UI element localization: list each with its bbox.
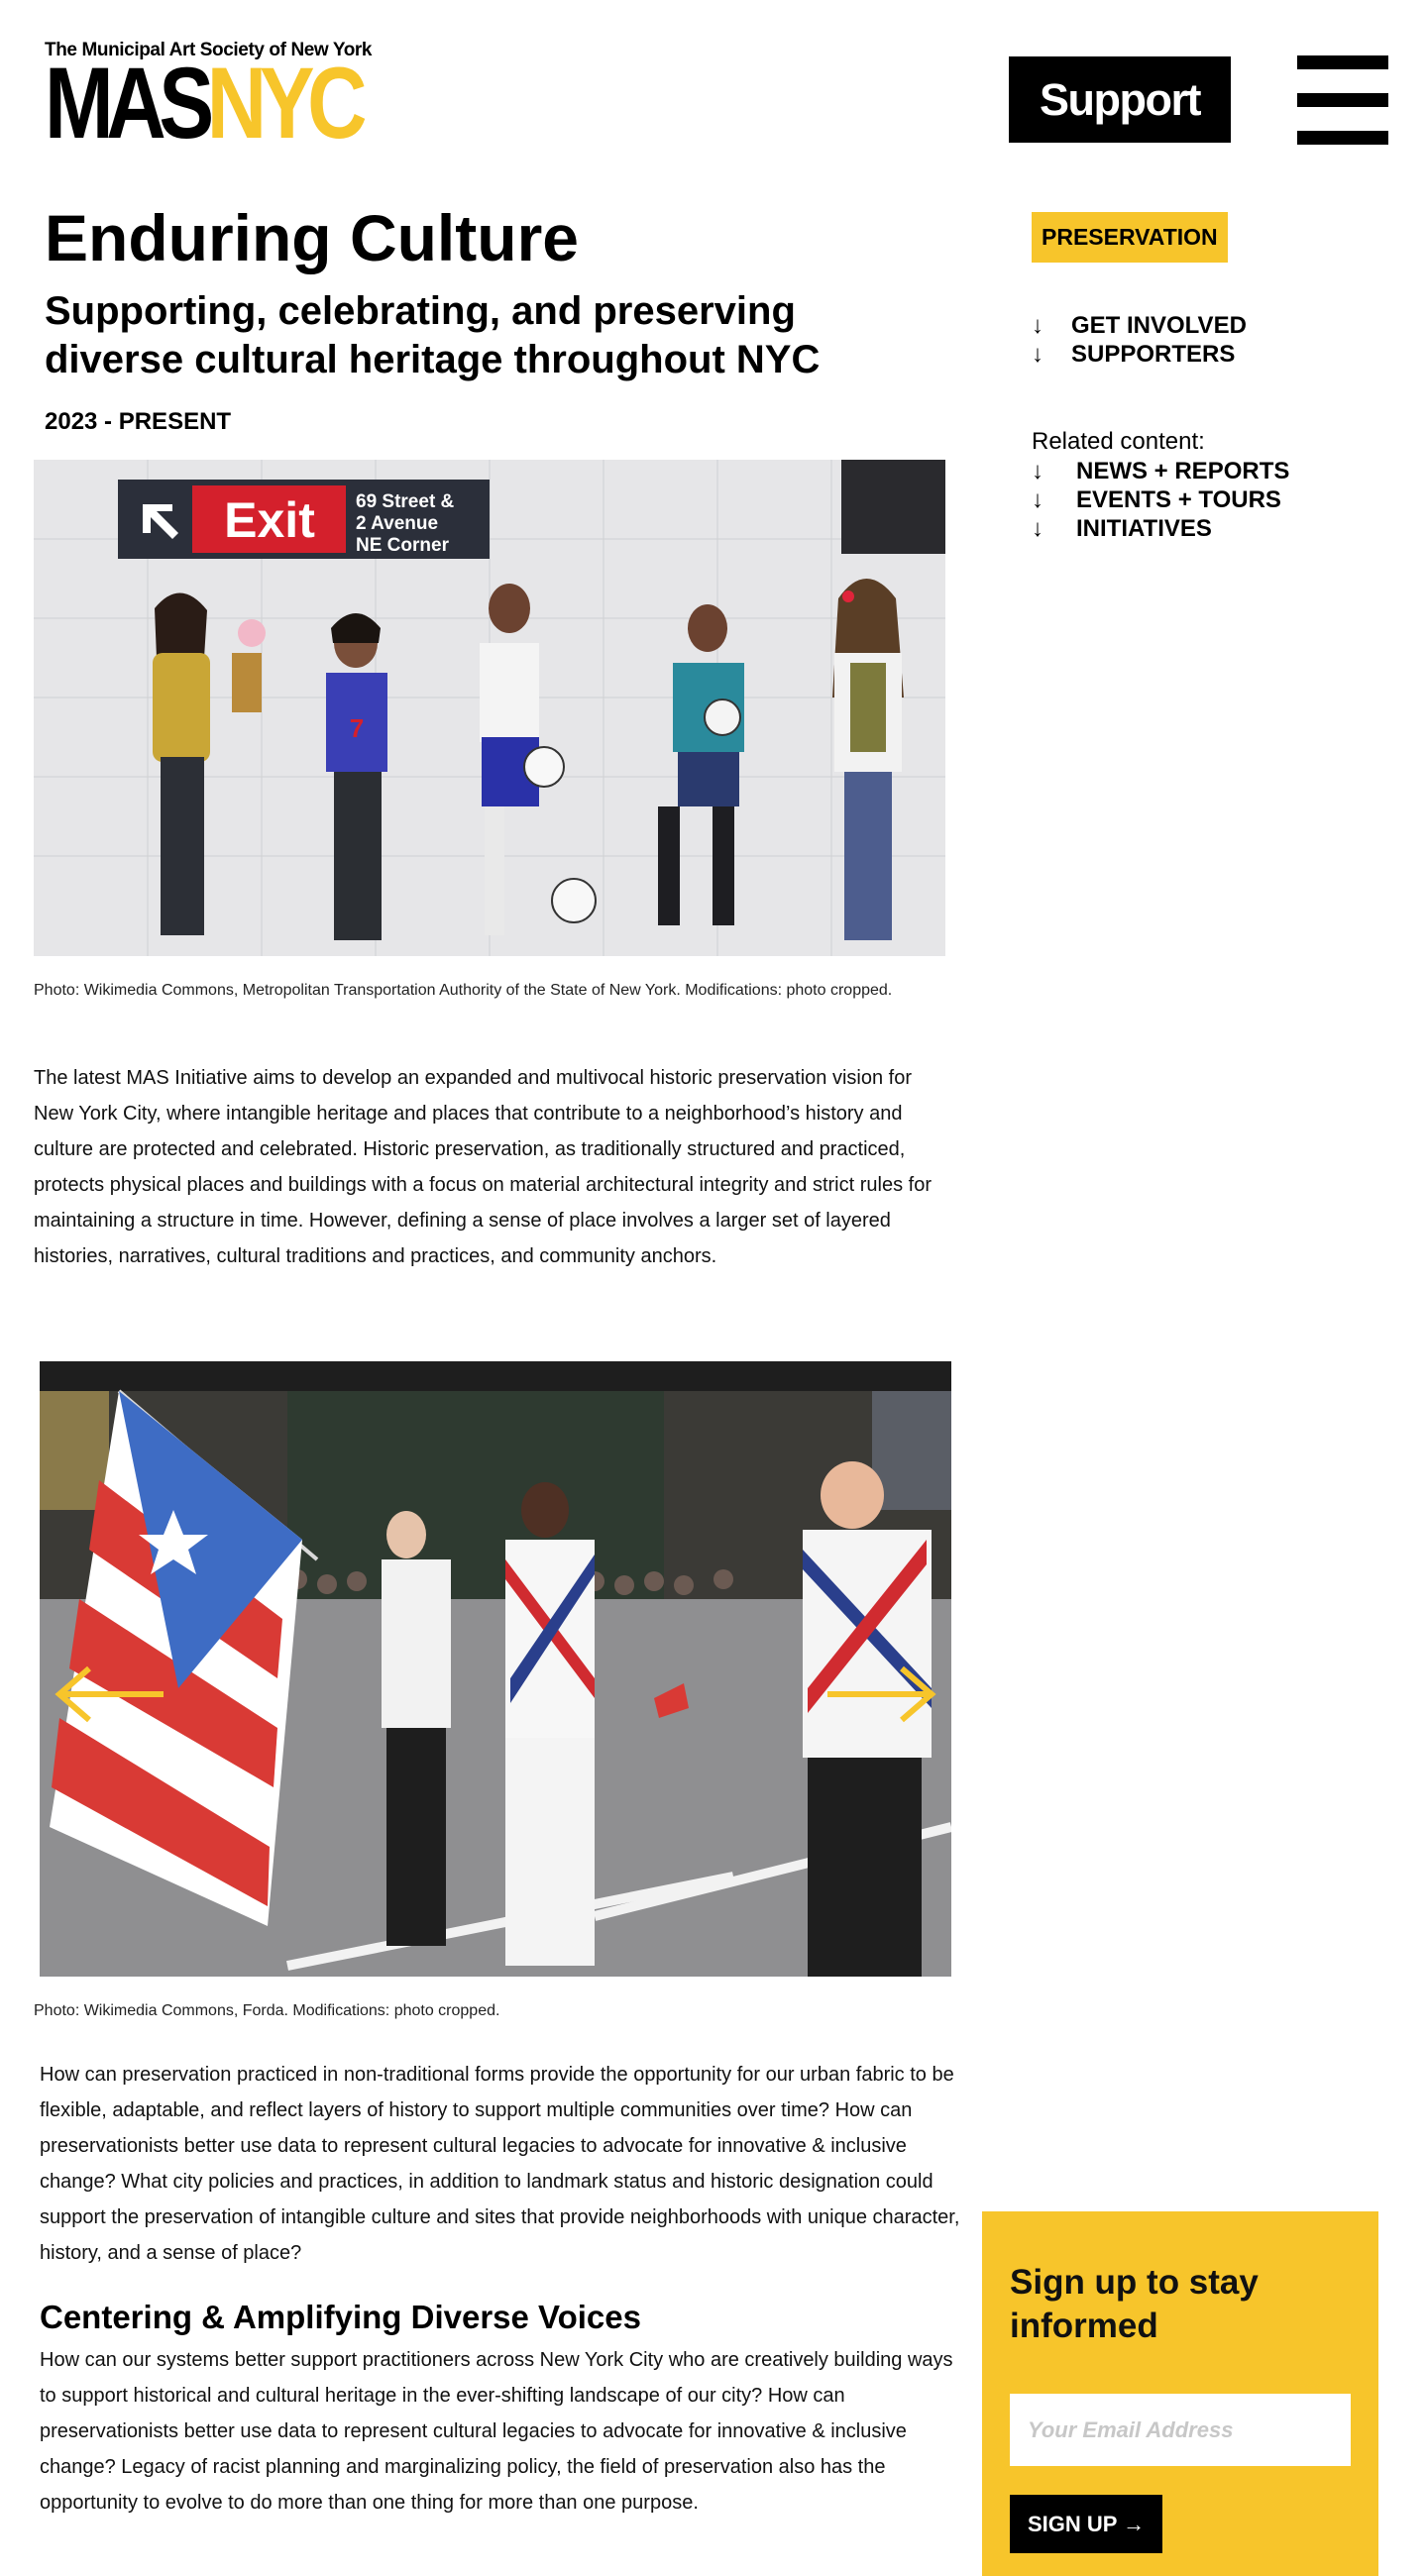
sidebar-link-label: SUPPORTERS bbox=[1071, 340, 1236, 368]
related-link-news-reports[interactable]: ↓ NEWS + REPORTS bbox=[1032, 457, 1289, 485]
sidebar-link-label: GET INVOLVED bbox=[1071, 311, 1247, 339]
intro-paragraph: The latest MAS Initiative aims to develo… bbox=[34, 1067, 932, 1267]
support-button[interactable]: Support bbox=[1009, 56, 1231, 143]
related-link-initiatives[interactable]: ↓ INITIATIVES bbox=[1032, 514, 1289, 543]
subway-mural-illustration: Exit 69 Street & 2 Avenue NE Corner 7 bbox=[34, 460, 945, 956]
arrow-down-icon: ↓ bbox=[1032, 457, 1043, 484]
newsletter-signup: Sign up to stay informed SIGN UP → bbox=[982, 2211, 1378, 2576]
menu-bar bbox=[1297, 131, 1388, 145]
section-heading: Centering & Amplifying Diverse Voices bbox=[40, 2299, 641, 2335]
hamburger-menu-icon[interactable] bbox=[1297, 55, 1388, 145]
mas-nyc-logo[interactable]: The Municipal Art Society of New York MA… bbox=[45, 40, 372, 154]
date-range: 2023 - PRESENT bbox=[45, 408, 232, 435]
newsletter-title: Sign up to stay informed bbox=[1010, 2263, 1259, 2345]
related-content: Related content: ↓ NEWS + REPORTS ↓ EVEN… bbox=[1032, 427, 1289, 543]
svg-text:7: 7 bbox=[350, 713, 364, 743]
arrow-left-icon bbox=[55, 1665, 164, 1723]
related-link-label: NEWS + REPORTS bbox=[1076, 457, 1290, 484]
carousel-prev-button[interactable] bbox=[50, 1664, 168, 1724]
related-link-label: INITIATIVES bbox=[1076, 514, 1212, 542]
related-content-label: Related content: bbox=[1032, 428, 1205, 455]
questions-paragraph: How can preservation practiced in non-tr… bbox=[40, 2064, 960, 2264]
page-subtitle: Supporting, celebrating, and preserving … bbox=[45, 289, 821, 381]
related-link-events-tours[interactable]: ↓ EVENTS + TOURS bbox=[1032, 485, 1289, 514]
carousel-next-button[interactable] bbox=[823, 1664, 941, 1724]
figure2-caption: Photo: Wikimedia Commons, Forda. Modific… bbox=[34, 2002, 500, 2019]
sidebar-link-supporters[interactable]: ↓ SUPPORTERS bbox=[1032, 340, 1247, 369]
logo-wordmark: MASNYC bbox=[45, 53, 368, 154]
tag-preservation[interactable]: PRESERVATION bbox=[1032, 212, 1228, 263]
arrow-down-icon: ↓ bbox=[1032, 485, 1043, 513]
arrow-down-icon: ↓ bbox=[1032, 514, 1043, 542]
section-paragraph: How can our systems better support pract… bbox=[40, 2349, 953, 2514]
figure1-caption: Photo: Wikimedia Commons, Metropolitan T… bbox=[34, 982, 893, 999]
logo-mas: MAS bbox=[45, 47, 214, 160]
sidebar-links: ↓ GET INVOLVED ↓ SUPPORTERS bbox=[1032, 311, 1247, 369]
email-field[interactable] bbox=[1010, 2394, 1351, 2466]
arrow-right-icon bbox=[827, 1665, 936, 1723]
arrow-down-icon: ↓ bbox=[1032, 311, 1043, 339]
related-link-label: EVENTS + TOURS bbox=[1076, 485, 1281, 513]
subway-mural-photo: Exit 69 Street & 2 Avenue NE Corner 7 bbox=[34, 460, 945, 956]
exit-sign-line3: NE Corner bbox=[356, 535, 450, 556]
sidebar-link-get-involved[interactable]: ↓ GET INVOLVED bbox=[1032, 311, 1247, 340]
arrow-down-icon: ↓ bbox=[1032, 340, 1043, 368]
sign-up-button[interactable]: SIGN UP → bbox=[1010, 2495, 1163, 2553]
exit-sign-text: Exit bbox=[224, 492, 315, 548]
menu-bar bbox=[1297, 93, 1388, 107]
exit-sign-line1: 69 Street & bbox=[356, 491, 455, 512]
parade-photo-carousel bbox=[40, 1361, 951, 1977]
parade-illustration bbox=[40, 1361, 951, 1977]
page-title: Enduring Culture bbox=[45, 201, 579, 274]
logo-nyc: NYC bbox=[206, 47, 368, 160]
exit-sign-line2: 2 Avenue bbox=[356, 513, 438, 534]
menu-bar bbox=[1297, 55, 1388, 69]
